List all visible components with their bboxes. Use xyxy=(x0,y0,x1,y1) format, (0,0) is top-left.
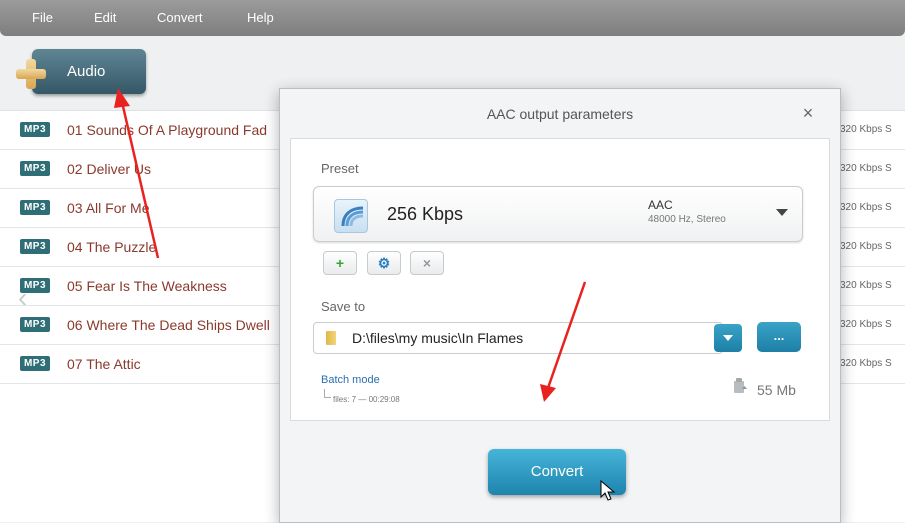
file-name: 07 The Attic xyxy=(67,356,141,372)
tree-connector xyxy=(324,389,331,398)
menu-help[interactable]: Help xyxy=(247,10,274,25)
file-name: 03 All For Me xyxy=(67,200,150,216)
browse-button[interactable]: ... xyxy=(757,322,801,352)
file-name: 06 Where The Dead Ships Dwell xyxy=(67,317,270,333)
preset-codec: AAC xyxy=(648,198,673,212)
preset-select[interactable]: 256 Kbps AAC 48000 Hz, Stereo xyxy=(313,186,803,242)
path-dropdown-button[interactable] xyxy=(714,324,742,352)
mp3-icon: MP3 xyxy=(20,356,50,371)
batch-info: files: 7 — 00:29:08 xyxy=(333,395,400,404)
folder-icon xyxy=(326,331,336,345)
file-name: 04 The Puzzle xyxy=(67,239,157,255)
add-preset-button[interactable]: + xyxy=(323,251,357,275)
batch-mode-link[interactable]: Batch mode xyxy=(321,374,380,386)
preset-label: Preset xyxy=(321,161,359,176)
save-to-label: Save to xyxy=(321,299,366,314)
mp3-icon: MP3 xyxy=(20,161,50,176)
menu-file[interactable]: File xyxy=(32,10,53,25)
close-icon[interactable]: × xyxy=(800,104,816,122)
preset-value: 256 Kbps xyxy=(387,204,464,224)
chevron-down-icon[interactable] xyxy=(776,209,788,216)
cursor-icon xyxy=(600,480,616,501)
settings-panel: Preset 256 Kbps AAC 48000 Hz, Stereo + ⚙… xyxy=(290,138,830,421)
mp3-icon: MP3 xyxy=(20,200,50,215)
save-path-value: D:\files\my music\In Flames xyxy=(352,330,524,346)
file-name: 01 Sounds Of A Playground Fad xyxy=(67,122,268,138)
mp3-icon: MP3 xyxy=(20,239,50,254)
menu-bar: File Edit Convert Help xyxy=(0,0,905,36)
output-size: 55 Mb xyxy=(757,382,796,398)
file-name: 05 Fear Is The Weakness xyxy=(67,278,227,294)
aac-wave-icon xyxy=(334,199,368,233)
preset-settings-button[interactable]: ⚙ xyxy=(367,251,401,275)
chevron-left-icon[interactable]: ‹ xyxy=(18,282,27,314)
plus-icon xyxy=(16,59,46,89)
preset-detail: 48000 Hz, Stereo xyxy=(648,214,726,225)
menu-convert[interactable]: Convert xyxy=(157,10,203,25)
menu-edit[interactable]: Edit xyxy=(94,10,116,25)
dialog-title: AAC output parameters xyxy=(486,106,634,122)
remove-preset-button[interactable]: × xyxy=(410,251,444,275)
save-path-input[interactable]: D:\files\my music\In Flames xyxy=(313,322,723,354)
aac-output-dialog: AAC output parameters × Preset 256 Kbps … xyxy=(279,88,841,523)
mp3-icon: MP3 xyxy=(20,317,50,332)
file-size-icon xyxy=(734,378,747,393)
file-name: 02 Deliver Us xyxy=(67,161,152,177)
add-audio-button[interactable]: Audio xyxy=(32,49,146,94)
mp3-icon: MP3 xyxy=(20,122,50,137)
